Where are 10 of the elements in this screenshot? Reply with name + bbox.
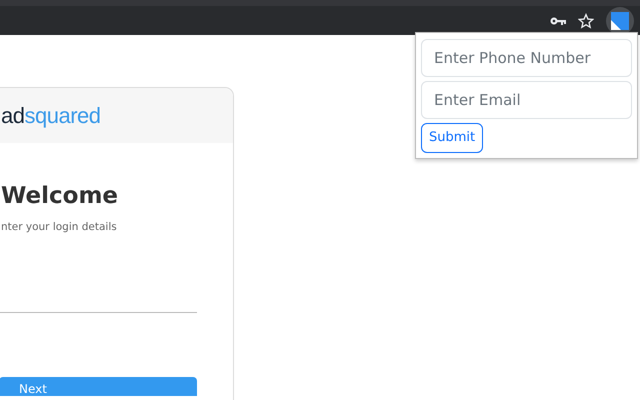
login-subtitle: nter your login details [1, 220, 118, 234]
phone-field[interactable]: Enter Phone Number [421, 39, 632, 77]
logo: adsquared [1, 102, 100, 130]
extension-icon[interactable] [606, 6, 634, 34]
submit-button[interactable]: Submit [421, 123, 484, 152]
star-icon[interactable] [578, 12, 594, 28]
email-field[interactable]: Enter Email [421, 81, 632, 119]
next-button[interactable]: Next [0, 377, 197, 396]
key-icon[interactable] [550, 16, 566, 26]
welcome-title: Welcome [1, 182, 120, 211]
